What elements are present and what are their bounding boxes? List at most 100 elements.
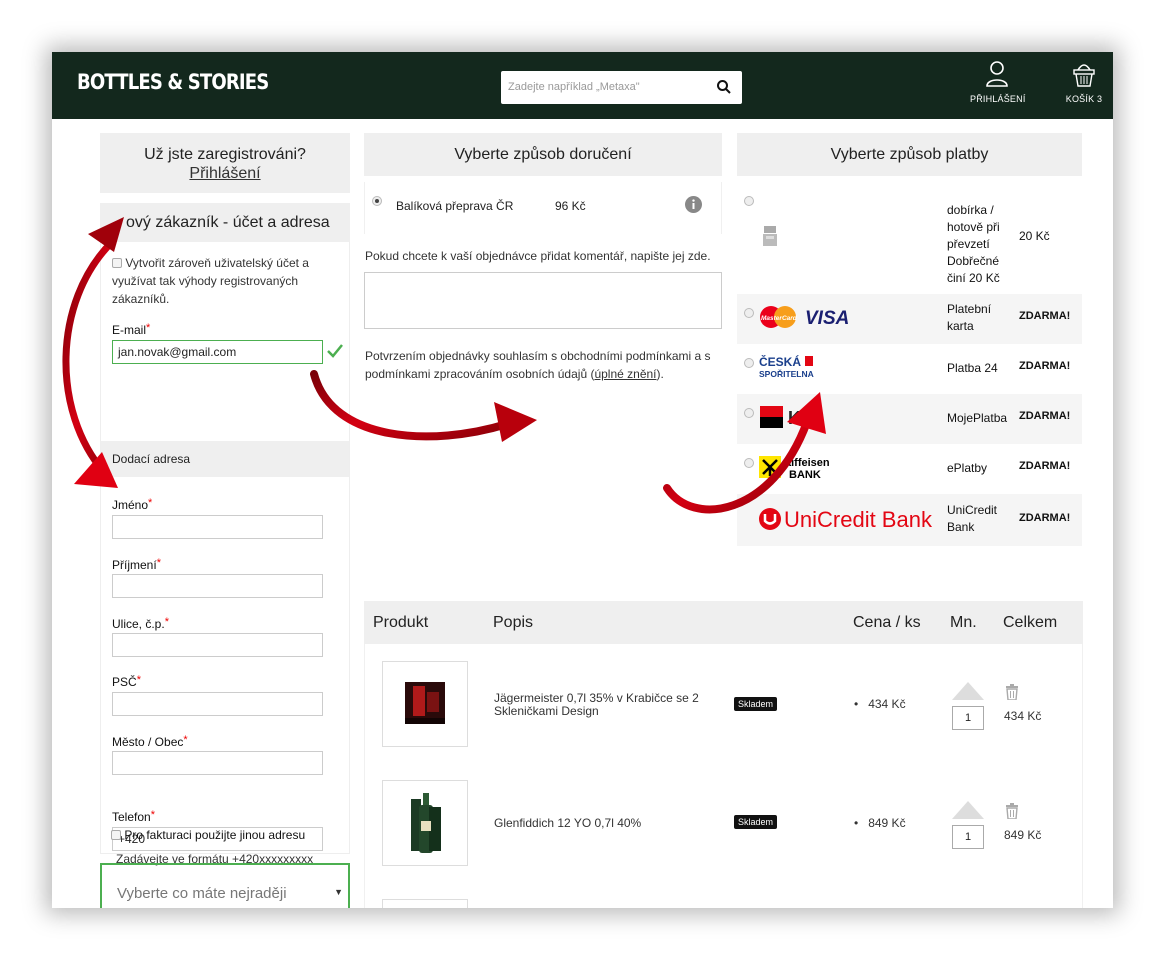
line-total: 849 Kč xyxy=(1004,828,1042,842)
col-unit-price: Cena / ks xyxy=(853,614,921,631)
payment-radio[interactable] xyxy=(744,196,754,206)
create-account-text: Vytvořit zároveň uživatelský účet a využ… xyxy=(112,256,309,306)
product-image[interactable] xyxy=(382,780,468,866)
col-total: Celkem xyxy=(1003,614,1058,631)
delivery-address-heading: Dodací adresa xyxy=(101,441,349,477)
col-product: Produkt xyxy=(373,614,429,631)
unit-price: • 434 Kč xyxy=(854,697,906,711)
app-window: BOTTLES & STORIES PŘIHLÁŠENÍ KOŠÍK 3 Už … xyxy=(52,52,1113,908)
comment-hint: Pokud chcete k vaší objednávce přidat ko… xyxy=(365,249,711,263)
search-icon[interactable] xyxy=(716,79,732,95)
terms-link[interactable]: úplné znění xyxy=(594,367,656,381)
qty-input[interactable]: 1 xyxy=(952,825,984,849)
product-name[interactable]: Glenfiddich 12 YO 0,7l 40% xyxy=(494,817,641,830)
billing-option[interactable]: Pro fakturaci použijte jinou adresu xyxy=(111,828,305,842)
new-customer-form: Vytvořit zároveň uživatelský účet a využ… xyxy=(100,242,350,866)
registered-question: Už jste zaregistrováni? xyxy=(144,146,306,163)
basket-icon xyxy=(1073,64,1095,87)
cart-button[interactable]: KOŠÍK 3 xyxy=(1064,60,1104,104)
login-prompt: Už jste zaregistrováni? Přihlášení xyxy=(100,133,350,193)
stock-badge: Skladem xyxy=(734,697,778,711)
site-logo[interactable]: BOTTLES & STORIES xyxy=(77,70,269,94)
payment-radio[interactable] xyxy=(744,358,754,368)
payment-option-card[interactable]: MasterCard VISA Platební karta ZDARMA! xyxy=(737,294,1082,344)
unit-price: • 849 Kč xyxy=(854,816,906,830)
svg-text:MasterCard: MasterCard xyxy=(761,315,798,322)
surname-field[interactable] xyxy=(112,574,323,598)
shipping-name: Balíková přeprava ČR xyxy=(396,199,514,213)
payment-radio[interactable] xyxy=(744,408,754,418)
payment-radio[interactable] xyxy=(744,308,754,318)
login-link[interactable]: Přihlášení xyxy=(100,165,350,183)
payment-option-unicredit[interactable]: UniCredit Bank UniCredit Bank ZDARMA! xyxy=(737,494,1082,546)
payment-option-platba24[interactable]: ČESKÁ SPOŘITELNA Platba 24 ZDARMA! xyxy=(737,344,1082,394)
zip-field[interactable] xyxy=(112,692,323,716)
qty-increase-icon[interactable] xyxy=(952,682,984,700)
cart-items: Jägermeister 0,7l 35% v Krabičce se 2 Skl… xyxy=(364,644,1083,908)
shipping-option[interactable]: Balíková přeprava ČR 96 Kč xyxy=(364,182,722,234)
svg-text:VISA: VISA xyxy=(805,308,849,329)
col-description: Popis xyxy=(493,614,534,631)
payment-price: 20 Kč xyxy=(1019,229,1050,243)
city-field[interactable] xyxy=(112,751,323,775)
payment-option-cod[interactable]: dobírka / hotově při převzetí Dobřečné činí … xyxy=(737,182,1082,294)
qty-increase-icon[interactable] xyxy=(952,801,984,819)
svg-text:aiffeisen: aiffeisen xyxy=(785,457,830,469)
product-name[interactable]: Jägermeister 0,7l 35% v Krabičce se 2 Skl… xyxy=(494,692,699,718)
create-account-option[interactable]: Vytvořit zároveň uživatelský účet a využ… xyxy=(112,254,332,308)
check-icon xyxy=(327,344,343,358)
email-field[interactable]: jan.novak@gmail.com xyxy=(112,340,323,364)
terms-text: Potvrzením objednávky souhlasím s obchod… xyxy=(365,349,711,381)
email-label: E-mail* xyxy=(112,322,151,337)
svg-text:KB: KB xyxy=(788,408,814,428)
shipping-title: Vyberte způsob doručení xyxy=(364,133,722,176)
svg-text:UniCredit Bank: UniCredit Bank xyxy=(784,507,933,532)
cart-table-header: Produkt Popis Cena / ks Mn. Celkem xyxy=(364,601,1083,644)
comment-textarea[interactable] xyxy=(364,272,722,329)
shipping-price: 96 Kč xyxy=(555,199,586,213)
phone-label: Telefon* xyxy=(112,809,155,824)
ceska-sporitelna-logo: ČESKÁ SPOŘITELNA xyxy=(759,354,814,379)
col-qty: Mn. xyxy=(950,614,977,631)
unicredit-logo: UniCredit Bank xyxy=(759,507,933,532)
site-header: BOTTLES & STORIES PŘIHLÁŠENÍ KOŠÍK 3 xyxy=(52,52,1113,119)
payment-option-raiffeisen[interactable]: aiffeisen BANK ePlatby ZDARMA! xyxy=(737,444,1082,494)
cart-label: KOŠÍK 3 xyxy=(1065,94,1103,104)
street-label: Ulice, č.p.* xyxy=(112,616,169,631)
dropdown-arrow-icon: ▼ xyxy=(334,887,343,897)
search-box[interactable] xyxy=(501,71,742,104)
name-field[interactable] xyxy=(112,515,323,539)
svg-text:BANK: BANK xyxy=(789,469,821,481)
login-label: PŘIHLÁŠENÍ xyxy=(970,94,1026,104)
kb-logo: KB xyxy=(760,406,814,428)
product-image[interactable] xyxy=(382,899,468,908)
info-icon[interactable] xyxy=(685,196,702,213)
surname-label: Příjmení* xyxy=(112,557,161,572)
street-field[interactable] xyxy=(112,633,323,657)
stock-badge: Skladem xyxy=(734,815,778,829)
name-label: Jméno* xyxy=(112,497,153,512)
payment-option-kb[interactable]: KB MojePlatba ZDARMA! xyxy=(737,394,1082,444)
new-customer-title: ový zákazník - účet a adresa xyxy=(100,203,350,242)
preference-select-value: Vyberte co máte nejraději xyxy=(117,885,287,902)
product-image[interactable] xyxy=(382,661,468,747)
cash-hand-icon xyxy=(763,226,777,246)
create-account-checkbox[interactable] xyxy=(112,258,122,268)
login-button[interactable]: PŘIHLÁŠENÍ xyxy=(970,60,1026,104)
svg-text:ČESKÁ: ČESKÁ xyxy=(759,354,801,369)
city-label: Město / Obec* xyxy=(112,734,188,749)
search-input[interactable] xyxy=(508,71,708,102)
preference-select[interactable]: Vyberte co máte nejraději ▼ xyxy=(100,863,350,908)
qty-input[interactable]: 1 xyxy=(952,706,984,730)
svg-text:SPOŘITELNA: SPOŘITELNA xyxy=(759,368,814,379)
billing-checkbox[interactable] xyxy=(111,830,121,840)
user-icon xyxy=(986,61,1008,87)
payment-title: Vyberte způsob platby xyxy=(737,133,1082,176)
trash-icon[interactable] xyxy=(1005,684,1019,700)
shipping-radio[interactable] xyxy=(372,196,382,206)
payment-radio[interactable] xyxy=(744,458,754,468)
trash-icon[interactable] xyxy=(1005,803,1019,819)
billing-label: Pro fakturaci použijte jinou adresu xyxy=(124,828,306,842)
zip-label: PSČ* xyxy=(112,674,141,689)
raiffeisen-logo: aiffeisen BANK xyxy=(759,456,830,481)
